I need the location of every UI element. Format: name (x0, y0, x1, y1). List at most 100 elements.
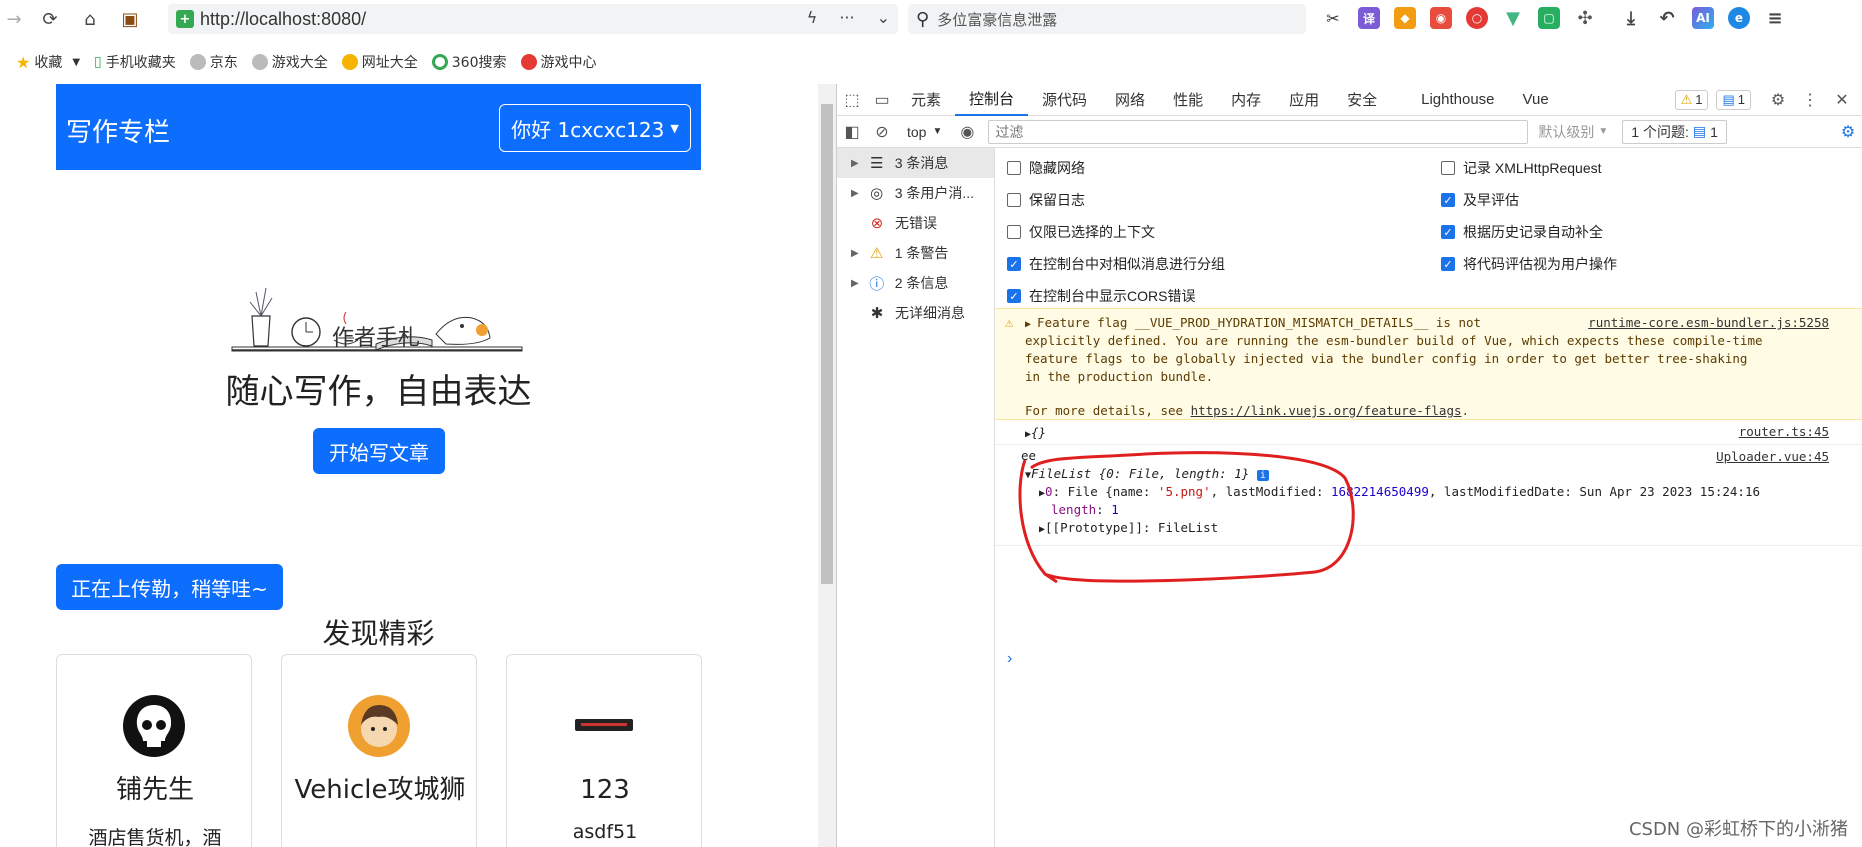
chevron-down-icon[interactable]: ⌄ (877, 8, 890, 27)
sidebar-item-user-messages[interactable]: ▶ ◎ 3 条用户消... (837, 178, 994, 208)
bookmark-item[interactable]: 京东 (189, 52, 238, 72)
reload-icon[interactable]: ⟳ (36, 5, 64, 33)
checkbox[interactable] (1007, 225, 1021, 239)
message-count-badge[interactable]: ▤ 1 (1716, 89, 1751, 110)
bookmark-item[interactable]: 网址大全 (341, 52, 418, 72)
checkbox[interactable] (1007, 193, 1021, 207)
expand-arrow-icon[interactable]: ▶ (851, 278, 859, 289)
scissors-icon[interactable]: ✂ (1322, 7, 1344, 29)
console-settings-icon[interactable]: ⚙ (1833, 116, 1862, 148)
tab-network[interactable]: 网络 (1101, 84, 1159, 116)
game-ext-icon[interactable]: ◉ (1430, 7, 1452, 29)
log-object[interactable]: ▶{} (1025, 425, 1046, 440)
search-input[interactable]: 多位富豪信息泄露 (937, 9, 1057, 30)
kebab-menu-icon[interactable]: ⋮ (1795, 84, 1825, 116)
sidebar-item-warnings[interactable]: ▶ ⚠ 1 条警告 (837, 238, 994, 268)
address-bar[interactable]: + http://localhost:8080/ ϟ ··· ⌄ (168, 4, 898, 34)
device-toggle-icon[interactable]: ▭ (867, 84, 897, 116)
ai-icon[interactable]: AI (1692, 7, 1714, 29)
setting-preserve-log[interactable]: 保留日志 (1007, 190, 1085, 210)
author-card[interactable]: 铺先生 酒店售货机，酒 (56, 654, 252, 847)
edge-icon[interactable]: e (1728, 7, 1750, 29)
download-icon[interactable]: ⤓ (1620, 7, 1642, 29)
search-box[interactable]: ⚲ 多位富豪信息泄露 (908, 4, 1306, 34)
inspect-icon[interactable]: ⬚ (837, 84, 867, 116)
eye-icon[interactable]: ◉ (952, 116, 982, 148)
scrollbar-thumb[interactable] (821, 104, 833, 584)
tab-sources[interactable]: 源代码 (1028, 84, 1101, 116)
sidebar-item-errors[interactable]: ⊗ 无错误 (837, 208, 994, 238)
tab-application[interactable]: 应用 (1275, 84, 1333, 116)
menu-icon[interactable]: ≡ (1764, 7, 1786, 29)
briefcase-icon[interactable]: ▣ (116, 5, 144, 33)
home-icon[interactable]: ⌂ (76, 5, 104, 33)
author-card[interactable]: 123 asdf51 (506, 654, 702, 847)
vue-icon[interactable]: ▼ (1502, 7, 1524, 29)
checkbox[interactable]: ✓ (1441, 193, 1455, 207)
feature-flags-link[interactable]: https://link.vuejs.org/feature-flags (1191, 403, 1462, 418)
start-writing-button[interactable]: 开始写文章 (313, 428, 445, 474)
tab-elements[interactable]: 元素 (897, 84, 955, 116)
tab-console[interactable]: 控制台 (955, 84, 1029, 116)
setting-show-cors[interactable]: ✓ 在控制台中显示CORS错误 (1007, 286, 1195, 306)
user-menu-button[interactable]: 你好 1cxcxc123 ▼ (499, 104, 691, 152)
issues-button[interactable]: 1 个问题: ▤ 1 (1622, 119, 1727, 144)
shield-ext-icon[interactable]: ◆ (1394, 7, 1416, 29)
checkbox[interactable] (1441, 161, 1455, 175)
record-icon[interactable]: ○ (1466, 7, 1488, 29)
expand-arrow-icon[interactable]: ▶ (851, 188, 859, 199)
bookmark-item[interactable]: 360搜索 (431, 52, 507, 72)
checkbox[interactable]: ✓ (1007, 257, 1021, 271)
gear-icon[interactable]: ⚙ (1763, 84, 1793, 116)
bookmark-item[interactable]: 游戏大全 (251, 52, 328, 72)
source-link[interactable]: router.ts:45 (1739, 424, 1829, 439)
sidebar-item-messages[interactable]: ▶ ☰ 3 条消息 (837, 148, 994, 178)
expand-arrow-icon[interactable]: ▶ (851, 158, 859, 169)
more-icon[interactable]: ··· (839, 8, 854, 27)
bookmark-item[interactable]: 游戏中心 (520, 52, 597, 72)
checkbox[interactable] (1007, 161, 1021, 175)
expand-arrow-icon[interactable]: ▶ (1025, 319, 1037, 330)
setting-eager-eval[interactable]: ✓ 及早评估 (1441, 190, 1519, 210)
setting-autocomplete[interactable]: ✓ 根据历史记录自动补全 (1441, 222, 1603, 242)
undo-icon[interactable]: ↶ (1656, 7, 1678, 29)
sidebar-item-info[interactable]: ▶ ⓘ 2 条信息 (837, 268, 994, 298)
author-card[interactable]: Vehicle攻城狮 (281, 654, 477, 847)
translate-icon[interactable]: 译 (1358, 7, 1380, 29)
context-select[interactable]: top ▼ (897, 124, 952, 140)
caret-down-icon[interactable]: ▼ (72, 57, 80, 68)
setting-selected-context[interactable]: 仅限已选择的上下文 (1007, 222, 1155, 242)
uploading-button[interactable]: 正在上传勒，稍等哇~ (56, 564, 283, 610)
tab-lighthouse[interactable]: Lighthouse (1407, 84, 1508, 116)
bookmark-item[interactable]: ★ 收藏 ▼ (16, 52, 80, 72)
tab-memory[interactable]: 内存 (1217, 84, 1275, 116)
checkbox[interactable]: ✓ (1441, 225, 1455, 239)
console-prompt[interactable]: › (1007, 650, 1012, 668)
page-scrollbar[interactable] (818, 84, 836, 847)
filter-input[interactable]: 过滤 (988, 119, 1529, 144)
setting-user-gesture[interactable]: ✓ 将代码评估视为用户操作 (1441, 254, 1617, 274)
warning-count-badge[interactable]: ⚠ 1 (1674, 89, 1709, 110)
log-level-select[interactable]: 默认级别 ▼ (1538, 122, 1608, 142)
puzzle-icon[interactable]: ✣ (1574, 7, 1596, 29)
back-icon[interactable]: → (0, 5, 28, 33)
tab-security[interactable]: 安全 (1333, 84, 1391, 116)
setting-group-similar[interactable]: ✓ 在控制台中对相似消息进行分组 (1007, 254, 1225, 274)
close-icon[interactable]: ✕ (1827, 84, 1857, 116)
lightning-icon[interactable]: ϟ (807, 8, 818, 27)
tab-vue[interactable]: Vue (1509, 84, 1563, 116)
bookmark-ext-icon[interactable]: ▢ (1538, 7, 1560, 29)
brand-title[interactable]: 写作专栏 (66, 112, 170, 149)
clear-console-icon[interactable]: ⊘ (867, 116, 897, 148)
expand-arrow-icon[interactable]: ▶ (851, 248, 859, 259)
bookmark-item[interactable]: ▯ 手机收藏夹 (94, 52, 176, 72)
checkbox[interactable]: ✓ (1007, 289, 1021, 303)
setting-hide-network[interactable]: 隐藏网络 (1007, 158, 1085, 178)
sidebar-item-verbose[interactable]: ✱ 无详细消息 (837, 298, 994, 328)
source-link[interactable]: runtime-core.esm-bundler.js:5258 (1588, 315, 1829, 330)
sidebar-toggle-icon[interactable]: ◧ (837, 116, 867, 148)
tab-performance[interactable]: 性能 (1159, 84, 1217, 116)
source-link[interactable]: Uploader.vue:45 (1716, 449, 1829, 464)
setting-log-xhr[interactable]: 记录 XMLHttpRequest (1441, 158, 1602, 178)
checkbox[interactable]: ✓ (1441, 257, 1455, 271)
